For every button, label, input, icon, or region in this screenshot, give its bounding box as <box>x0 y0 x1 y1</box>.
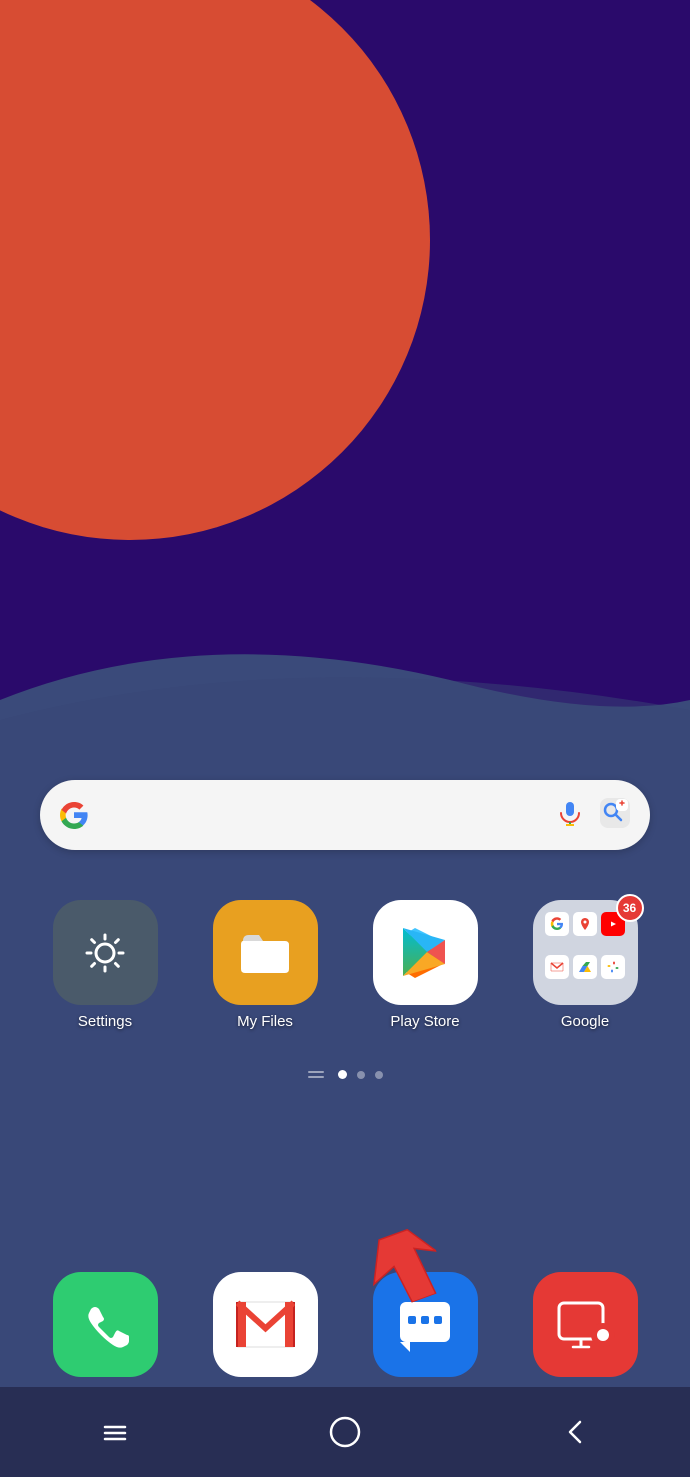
dock-gmail[interactable] <box>190 1272 340 1377</box>
gmail-icon-bg <box>213 1272 318 1377</box>
app-settings[interactable]: Settings <box>30 900 180 1030</box>
photos-mini-icon <box>601 955 625 979</box>
app-playstore[interactable]: Play Store <box>350 900 500 1030</box>
gmail-icon <box>233 1297 298 1352</box>
back-button[interactable] <box>545 1402 605 1462</box>
home-icon <box>328 1415 362 1449</box>
page-dot-1[interactable] <box>338 1070 347 1079</box>
phone-icon <box>79 1299 131 1351</box>
maps-mini-icon <box>573 912 597 936</box>
home-button[interactable] <box>315 1402 375 1462</box>
app-google-folder[interactable]: 36 <box>510 900 660 1030</box>
phone-icon-bg <box>53 1272 158 1377</box>
google-search-bar[interactable] <box>40 780 650 850</box>
settings-icon-bg <box>53 900 158 1005</box>
app-myfiles[interactable]: My Files <box>190 900 340 1030</box>
home-screen: Settings My Files <box>0 0 690 1477</box>
dock-phone[interactable] <box>30 1272 180 1377</box>
drive-mini-icon <box>573 955 597 979</box>
back-icon <box>564 1418 586 1446</box>
microphone-icon[interactable] <box>556 799 584 832</box>
page-line-2 <box>308 1076 324 1078</box>
dock-screenrecorder[interactable] <box>510 1272 660 1377</box>
google-mini-icon <box>545 912 569 936</box>
recent-apps-icon <box>101 1418 129 1446</box>
google-folder-icon-bg: 36 <box>533 900 638 1005</box>
playstore-label: Play Store <box>390 1013 459 1030</box>
screenrecord-icon-bg <box>533 1272 638 1377</box>
screen-record-icon <box>555 1297 615 1353</box>
google-logo <box>58 799 90 831</box>
myfiles-icon-bg <box>213 900 318 1005</box>
playstore-icon-bg <box>373 900 478 1005</box>
gear-icon <box>79 927 131 979</box>
notification-badge: 36 <box>616 894 644 922</box>
settings-label: Settings <box>78 1013 132 1030</box>
gmail-mini-icon2 <box>545 955 569 979</box>
google-lens-icon[interactable] <box>598 796 632 835</box>
page-dot-3[interactable] <box>375 1071 383 1079</box>
folder-icon <box>237 927 293 979</box>
page-dot-2[interactable] <box>357 1071 365 1079</box>
page-line-1 <box>308 1071 324 1073</box>
recent-apps-button[interactable] <box>85 1402 145 1462</box>
app-grid: Settings My Files <box>30 900 660 1030</box>
navigation-bar <box>0 1387 690 1477</box>
playstore-icon-detail <box>393 920 458 985</box>
myfiles-label: My Files <box>237 1013 293 1030</box>
page-indicators <box>0 1070 690 1079</box>
google-folder-label: Google <box>561 1013 609 1030</box>
page-lines-indicator <box>308 1071 324 1078</box>
